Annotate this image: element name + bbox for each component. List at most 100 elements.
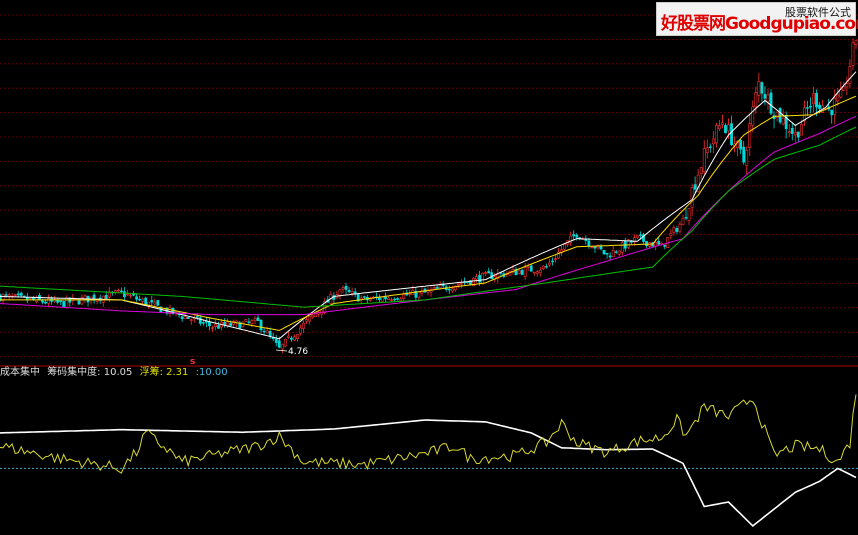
candle-body [818, 104, 821, 109]
candle-body [447, 289, 451, 291]
candle-body [432, 287, 436, 290]
candle-body [714, 125, 718, 144]
candle-body [799, 124, 803, 136]
candle-body [523, 267, 527, 277]
candle-body [815, 92, 818, 108]
candle-body [757, 81, 761, 96]
ma30-line [0, 115, 857, 316]
candle-body [417, 291, 421, 298]
candle-body [277, 340, 281, 348]
candle-body [705, 147, 709, 153]
candle-body [104, 294, 108, 300]
candle-body [280, 343, 284, 350]
candle-body [123, 291, 126, 297]
indicator-legend: 成本集中 筹码集中度: 10.05 浮筹: 2.31 :10.00 [0, 366, 232, 380]
low-price-label: 4.76 [288, 347, 308, 357]
candle-body [593, 246, 597, 249]
candle-body [201, 322, 205, 324]
candle-body [605, 252, 609, 255]
candle-body [775, 111, 779, 118]
candle-body [620, 242, 624, 253]
indicator-panel [0, 394, 858, 527]
candle-body [341, 287, 345, 290]
candle-body [687, 208, 691, 221]
candle-body [150, 300, 154, 303]
candle-body [4, 294, 8, 296]
candle-body [126, 293, 129, 296]
stock-chart: 4.76 s [0, 14, 858, 527]
candle-body [572, 234, 576, 237]
candle-body [77, 300, 81, 305]
candle-body [153, 301, 157, 305]
candle-body [851, 42, 855, 66]
candle-body [587, 240, 591, 246]
candle-body [384, 296, 387, 300]
candle-body [353, 291, 357, 294]
candle-body [535, 271, 539, 274]
candle-body [44, 301, 47, 304]
chip-concentration-line [0, 419, 857, 527]
watermark-subtitle: 股票软件公式 [785, 6, 851, 19]
candlesticks [0, 38, 858, 354]
floating-chips-value: 2.31 [166, 367, 189, 378]
candle-body [645, 240, 648, 247]
candle-body [390, 299, 393, 301]
candle-body [299, 327, 302, 334]
candle-body [639, 234, 642, 237]
candle-body [338, 289, 342, 296]
chip-concentration-value: 10.05 [103, 367, 133, 378]
candle-body [186, 316, 190, 320]
candle-body [141, 298, 145, 302]
candle-body [839, 89, 843, 98]
ma5-line [0, 71, 857, 340]
candle-body [669, 233, 673, 236]
candle-body [135, 296, 138, 300]
candle-body [554, 258, 557, 260]
candle-body [742, 146, 746, 163]
chip-concentration-label: 筹码集中度: [47, 367, 101, 378]
candle-body [842, 86, 846, 91]
low-price-pointer [275, 349, 288, 352]
candle-body [381, 296, 384, 302]
candle-body [16, 293, 20, 296]
floating-chips-line [0, 394, 857, 474]
candle-body [7, 294, 11, 297]
candle-body [548, 262, 551, 266]
candle-body [475, 276, 478, 280]
candle-body [250, 320, 254, 325]
candle-body [787, 131, 791, 134]
candle-body [262, 330, 266, 333]
candle-body [663, 244, 667, 247]
candle-body [59, 300, 63, 302]
candle-body [253, 318, 257, 321]
candle-body [268, 330, 272, 337]
candle-body [362, 296, 366, 298]
candle-body [766, 94, 770, 103]
candle-body [699, 167, 703, 175]
candle-body [541, 265, 545, 269]
candle-body [13, 294, 17, 296]
candle-body [754, 92, 758, 108]
candle-body [368, 298, 372, 301]
candle-body [708, 146, 712, 148]
candle-body [399, 298, 403, 302]
candle-body [693, 184, 697, 190]
candle-body [636, 235, 639, 238]
watermark-logo: 好股票网Goodgupiao.com 股票软件公式 [656, 2, 858, 36]
candle-body [672, 227, 676, 233]
candle-body [739, 140, 743, 150]
candle-body [244, 319, 248, 322]
candle-body [478, 274, 482, 283]
candle-body [796, 131, 800, 138]
candle-body [456, 283, 460, 286]
candle-body [602, 249, 606, 255]
candle-body [19, 292, 23, 296]
candle-body [28, 297, 32, 300]
candle-body [520, 269, 524, 275]
candle-body [487, 271, 491, 274]
candle-body [283, 338, 287, 347]
candle-body [274, 338, 278, 343]
candle-body [730, 123, 733, 146]
candle-body [189, 319, 193, 321]
candle-body [684, 217, 688, 219]
